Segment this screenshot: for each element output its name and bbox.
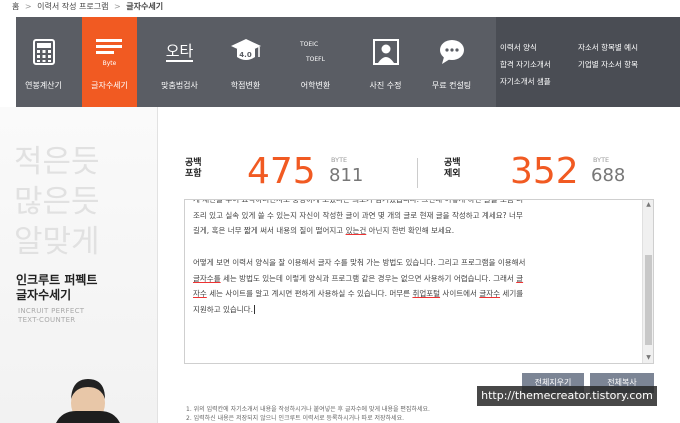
- without-space-char-count: 352: [510, 151, 579, 192]
- text-paragraph: 어떻게 보면 이력서 양식을 잘 이용해서 글자 수를 맞춰 가는 방법도 있습…: [193, 255, 643, 317]
- text-span: 세기를: [500, 289, 524, 298]
- toeic-toefl-icon: TOEIC TOEFL: [288, 35, 343, 69]
- spellcheck-icon-text: 오타: [165, 42, 194, 62]
- consultant-photo: [56, 375, 120, 423]
- breadcrumb-home[interactable]: 홈: [12, 2, 19, 11]
- text-line: 길게, 혹은 너무 짧게 써서 내용의 질이 떨어지고 있는건 아닌지 한번 확…: [193, 223, 643, 239]
- spell-error-word: 있는건: [345, 226, 367, 235]
- link-cover-letter-sample[interactable]: 자기소개서 샘플: [500, 76, 551, 87]
- byte-unit-label: BYTE: [331, 156, 348, 164]
- watermark-url: http://themecreator.tistory.com: [477, 386, 657, 406]
- spell-error-word: 글자수: [479, 289, 501, 298]
- text-span: 길게, 혹은 너무 짧게 써서 내용의 질이 떨어지고: [193, 226, 346, 235]
- counter-divider: [417, 158, 418, 188]
- photo-portrait-icon: [358, 35, 413, 69]
- nav-item-language-convert[interactable]: TOEIC TOEFL 어학변환: [288, 17, 343, 107]
- text-span: 세는 사이트를 알고 계시면 편하게 사용하실 수 있습니다. 머무른: [206, 289, 413, 298]
- spell-error-word: 글: [516, 273, 524, 283]
- text-paragraph: 게 제한을 두어 요약하려면서도 풍성하게 보겠다는 의도가 담겨있습니다. 그…: [193, 199, 643, 239]
- product-eng-title: INCRUIT PERFECT: [18, 307, 85, 315]
- promo-phrase: 알맞게: [14, 224, 100, 260]
- nav-item-spellcheck[interactable]: 오타 맞춤법검사: [152, 17, 207, 107]
- nav-item-salary-calculator[interactable]: 연봉계산기: [16, 17, 71, 107]
- breadcrumb-current: 글자수세기: [126, 2, 164, 11]
- breadcrumb-separator: >: [114, 2, 121, 11]
- help-note: 1. 위의 입력칸에 자기소개서 내용을 작성하시거나 붙여넣은 후 글자수에 …: [186, 406, 430, 413]
- nav-label: 글자수세기: [91, 81, 128, 90]
- text-span: 세는 방법도 있는데 이렇게 양식과 프로그램 같은 경우는 없으면 사용하기 …: [220, 273, 517, 283]
- nav-label: 학점변환: [230, 81, 261, 90]
- with-space-byte-count: 811: [329, 165, 364, 186]
- nav-label: 어학변환: [300, 81, 331, 90]
- nav-icon-caption: Byte: [102, 60, 117, 67]
- breadcrumb-separator: >: [24, 2, 32, 11]
- link-cover-letter-examples[interactable]: 자소서 항목별 예시: [578, 42, 638, 53]
- text-line: 게 제한을 두어 요약하려면서도 풍성하게 보겠다는 의도가 담겨있습니다. 그…: [193, 199, 524, 204]
- product-title: 인크루트 퍼펙트: [16, 273, 98, 287]
- breadcrumb: 홈 > 이력서 작성 프로그램 > 글자수세기: [12, 0, 166, 16]
- promo-phrase: 적은듯: [14, 144, 100, 180]
- spell-error-word: 자수: [193, 289, 207, 298]
- without-space-label: 공백 제외: [444, 158, 461, 180]
- product-eng-subtitle: TEXT-COUNTER: [18, 316, 76, 324]
- scroll-down-arrow-icon[interactable]: ▼: [643, 353, 653, 363]
- text-input-area[interactable]: 게 제한을 두어 요약하려면서도 풍성하게 보겠다는 의도가 담겨있습니다. 그…: [184, 199, 654, 364]
- with-space-label-line: 공백: [185, 158, 202, 168]
- grad-cap-icon: 4.0: [218, 35, 273, 69]
- without-space-label-line: 제외: [444, 169, 461, 179]
- text-line: 조리 있고 실속 있게 쓸 수 있는지 자신이 작성한 글이 과연 몇 개의 글…: [193, 210, 523, 220]
- without-space-byte-count: 688: [591, 165, 626, 186]
- spell-error-word: 글자수를: [193, 273, 221, 283]
- byte-unit-label: BYTE: [593, 156, 610, 164]
- nav-item-gpa-convert[interactable]: 4.0 학점변환: [218, 17, 273, 107]
- nav-item-photo-edit[interactable]: 사진 수정: [358, 17, 413, 107]
- link-passed-cover-letter[interactable]: 합격 자기소개서: [500, 59, 551, 70]
- nav-label: 사진 수정: [369, 81, 402, 90]
- link-company-questions[interactable]: 기업별 자소서 항목: [578, 59, 638, 70]
- help-note: 2. 입력하신 내용은 저장되지 않으니 인크루트 이력서로 등록하시거나 따로…: [186, 415, 404, 422]
- text-cursor: [253, 304, 258, 314]
- text-line: 자수 세는 사이트를 알고 계시면 편하게 사용하실 수 있습니다. 머무른 취…: [193, 286, 643, 302]
- text-span: 아닌지 한번 확인해 보세요.: [366, 226, 455, 235]
- spellcheck-icon: 오타: [152, 35, 207, 69]
- chat-bubble-icon: [424, 35, 479, 69]
- breadcrumb-program[interactable]: 이력서 작성 프로그램: [37, 2, 108, 11]
- textarea-scrollbar[interactable]: ▲ ▼: [642, 200, 653, 363]
- nav-label: 무료 컨설팅: [431, 81, 472, 90]
- text-span: 지원하고 있습니다.: [193, 304, 253, 314]
- nav-quick-links: 이력서 양식 합격 자기소개서 자기소개서 샘플 자소서 항목별 예시 기업별 …: [496, 17, 680, 107]
- with-space-char-count: 475: [247, 151, 316, 192]
- with-space-label-line: 포함: [185, 169, 202, 179]
- link-resume-form[interactable]: 이력서 양식: [500, 42, 537, 53]
- nav-item-text-counter[interactable]: Byte 글자수세기: [82, 17, 137, 107]
- without-space-label-line: 공백: [444, 158, 461, 168]
- spell-error-word: 취업포털: [412, 289, 441, 298]
- nav-label: 맞춤법검사: [161, 81, 198, 90]
- scroll-up-arrow-icon[interactable]: ▲: [643, 200, 653, 210]
- scroll-thumb[interactable]: [645, 255, 652, 345]
- product-subtitle: 글자수세기: [16, 288, 72, 302]
- toefl-text: TOEFL: [306, 56, 325, 63]
- grad-cap-text: 4.0: [239, 51, 252, 59]
- calculator-icon: [16, 35, 71, 69]
- text-line: 어떻게 보면 이력서 양식을 잘 이용해서 글자 수를 맞춰 가는 방법도 있습…: [193, 258, 526, 267]
- text-line: 지원하고 있습니다.: [193, 302, 643, 318]
- nav-label: 연봉계산기: [25, 81, 62, 90]
- promo-phrase: 많은듯: [14, 184, 100, 220]
- with-space-label: 공백 포함: [185, 158, 202, 180]
- toeic-text: TOEIC: [300, 41, 319, 48]
- nav-item-consulting[interactable]: 무료 컨설팅: [424, 17, 479, 107]
- text-span: 사이트에서: [440, 289, 480, 298]
- text-line: 글자수를 세는 방법도 있는데 이렇게 양식과 프로그램 같은 경우는 없으면 …: [193, 271, 643, 287]
